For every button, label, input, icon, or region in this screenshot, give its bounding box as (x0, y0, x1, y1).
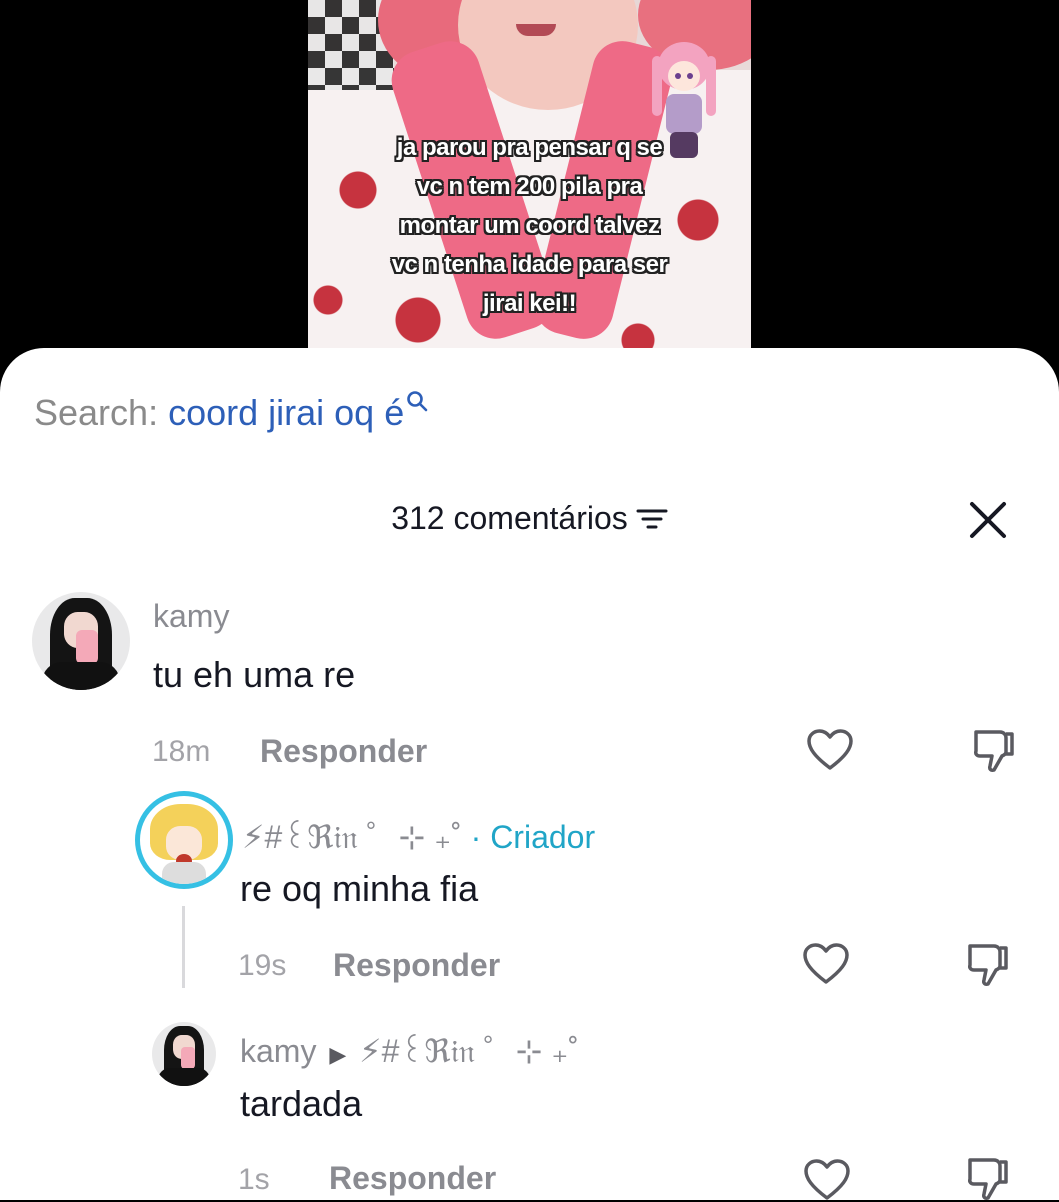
video-caption-line: ja parou pra pensar q se (396, 134, 663, 161)
comment-text: tardada (240, 1083, 363, 1124)
close-icon[interactable] (966, 498, 1010, 542)
video-mouth (516, 24, 556, 36)
dislike-thumb-icon[interactable] (970, 726, 1018, 774)
video-caption-line: vc n tem 200 pila pra (416, 173, 643, 200)
search-prefix: Search: (34, 392, 159, 433)
comments-count-title: 312 comentários (391, 500, 628, 536)
comment-time: 19s (238, 949, 287, 982)
creator-badge: · Criador (470, 819, 596, 855)
dislike-thumb-icon[interactable] (964, 1154, 1012, 1202)
reply-button[interactable]: Responder (260, 733, 427, 770)
comments-header: 312 comentários (0, 500, 1059, 537)
comment-time: 18m (152, 735, 211, 768)
like-heart-icon[interactable] (803, 1158, 851, 1202)
video-frame[interactable]: ja parou pra pensar q se vc n tem 200 pi… (308, 0, 751, 350)
comment-text: tu eh uma re (153, 654, 356, 695)
comment-username[interactable]: ⚡#꒰ℜ𝔦𝔫 ゜⊹ ₊˚ · Criador (242, 812, 595, 858)
creator-avatar[interactable] (140, 796, 228, 884)
reply-button[interactable]: Responder (333, 947, 500, 984)
like-heart-icon[interactable] (806, 728, 854, 772)
dislike-thumb-icon[interactable] (964, 940, 1012, 988)
reply-to-username[interactable]: ⚡#꒰ℜ𝔦𝔫 ゜⊹ ₊˚ (359, 1033, 579, 1069)
comment-username[interactable]: kamy ▶ ⚡#꒰ℜ𝔦𝔫 ゜⊹ ₊˚ (240, 1026, 579, 1072)
search-icon (407, 391, 428, 412)
avatar[interactable] (32, 592, 130, 690)
search-query-link[interactable]: coord jirai oq é (168, 392, 404, 433)
video-caption-line: montar um coord talvez (399, 212, 660, 239)
video-caption-line: jirai kei!! (482, 290, 577, 317)
reply-arrow-icon: ▶ (329, 1042, 347, 1067)
search-suggestion[interactable]: Search: coord jirai oq é (34, 391, 428, 434)
sort-filter-icon[interactable] (636, 507, 668, 531)
reply-button[interactable]: Responder (329, 1160, 496, 1197)
creator-username[interactable]: ⚡#꒰ℜ𝔦𝔫 ゜⊹ ₊˚ (242, 819, 462, 855)
avatar[interactable] (152, 1022, 216, 1086)
comment-time: 1s (238, 1163, 270, 1196)
reply-thread-line (182, 906, 185, 988)
reply-username[interactable]: kamy (240, 1033, 316, 1069)
like-heart-icon[interactable] (802, 942, 850, 986)
video-caption: ja parou pra pensar q se vc n tem 200 pi… (308, 128, 751, 323)
comment-username[interactable]: kamy (153, 598, 229, 635)
comment-text: re oq minha fia (240, 868, 479, 909)
comments-sheet: Search: coord jirai oq é 312 comentários… (0, 348, 1059, 1200)
video-caption-line: vc n tenha idade para ser (391, 251, 668, 278)
